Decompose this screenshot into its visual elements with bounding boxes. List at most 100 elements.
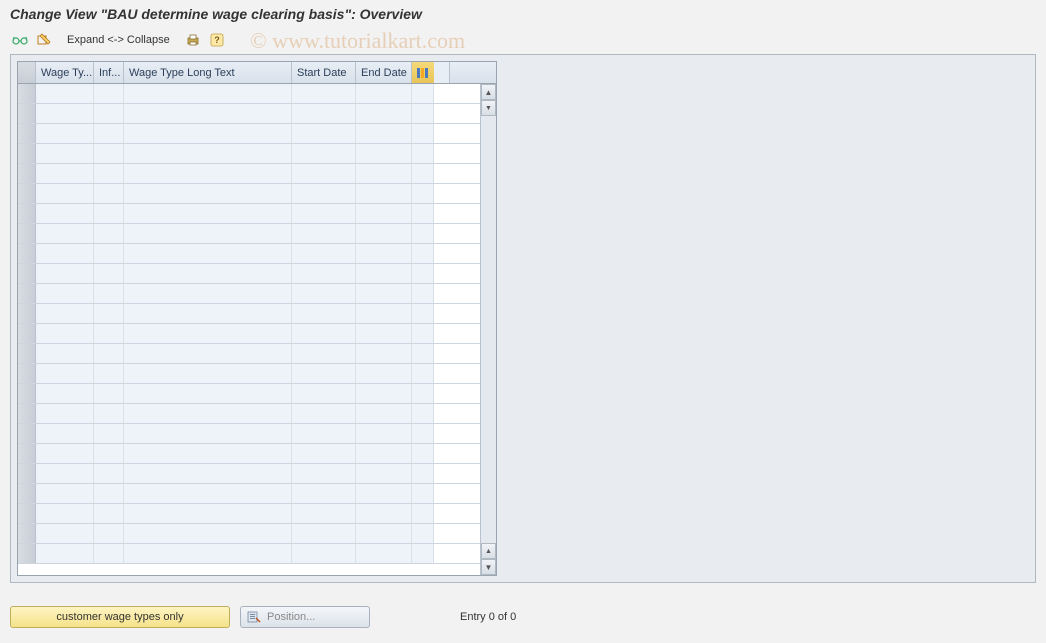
- table-row[interactable]: [18, 484, 480, 504]
- cell-end-date[interactable]: [356, 364, 412, 383]
- row-selector[interactable]: [18, 304, 36, 323]
- cell-wage-type[interactable]: [36, 544, 94, 563]
- scroll-page-down-button[interactable]: ▲: [481, 543, 496, 559]
- row-selector[interactable]: [18, 364, 36, 383]
- table-row[interactable]: [18, 544, 480, 564]
- col-header-end-date[interactable]: End Date: [356, 62, 412, 83]
- cell-wage-type[interactable]: [36, 184, 94, 203]
- col-header-inf[interactable]: Inf...: [94, 62, 124, 83]
- table-row[interactable]: [18, 164, 480, 184]
- cell-end-date[interactable]: [356, 284, 412, 303]
- cell-end-date[interactable]: [356, 324, 412, 343]
- row-selector[interactable]: [18, 164, 36, 183]
- table-row[interactable]: [18, 144, 480, 164]
- cell-long-text[interactable]: [124, 384, 292, 403]
- cell-inf[interactable]: [94, 244, 124, 263]
- cell-inf[interactable]: [94, 124, 124, 143]
- col-header-wage-type[interactable]: Wage Ty...: [36, 62, 94, 83]
- cell-start-date[interactable]: [292, 184, 356, 203]
- configure-columns-button[interactable]: [412, 62, 434, 83]
- col-header-long-text[interactable]: Wage Type Long Text: [124, 62, 292, 83]
- cell-wage-type[interactable]: [36, 404, 94, 423]
- cell-end-date[interactable]: [356, 424, 412, 443]
- cell-end-date[interactable]: [356, 304, 412, 323]
- cell-inf[interactable]: [94, 364, 124, 383]
- cell-long-text[interactable]: [124, 504, 292, 523]
- cell-end-date[interactable]: [356, 384, 412, 403]
- customer-wage-types-button[interactable]: customer wage types only: [10, 606, 230, 628]
- cell-long-text[interactable]: [124, 104, 292, 123]
- row-selector[interactable]: [18, 104, 36, 123]
- cell-wage-type[interactable]: [36, 164, 94, 183]
- table-row[interactable]: [18, 384, 480, 404]
- table-row[interactable]: [18, 464, 480, 484]
- table-row[interactable]: [18, 184, 480, 204]
- cell-start-date[interactable]: [292, 204, 356, 223]
- cell-long-text[interactable]: [124, 444, 292, 463]
- cell-wage-type[interactable]: [36, 444, 94, 463]
- table-row[interactable]: [18, 444, 480, 464]
- cell-long-text[interactable]: [124, 284, 292, 303]
- cell-long-text[interactable]: [124, 124, 292, 143]
- row-selector[interactable]: [18, 264, 36, 283]
- cell-inf[interactable]: [94, 184, 124, 203]
- cell-inf[interactable]: [94, 204, 124, 223]
- cell-wage-type[interactable]: [36, 484, 94, 503]
- cell-end-date[interactable]: [356, 144, 412, 163]
- scroll-down-button[interactable]: ▼: [481, 559, 496, 575]
- table-row[interactable]: [18, 304, 480, 324]
- cell-long-text[interactable]: [124, 264, 292, 283]
- table-row[interactable]: [18, 284, 480, 304]
- table-row[interactable]: [18, 204, 480, 224]
- table-row[interactable]: [18, 124, 480, 144]
- cell-long-text[interactable]: [124, 524, 292, 543]
- cell-inf[interactable]: [94, 444, 124, 463]
- cell-wage-type[interactable]: [36, 344, 94, 363]
- cell-end-date[interactable]: [356, 524, 412, 543]
- cell-start-date[interactable]: [292, 384, 356, 403]
- table-row[interactable]: [18, 424, 480, 444]
- table-row[interactable]: [18, 244, 480, 264]
- cell-start-date[interactable]: [292, 524, 356, 543]
- cell-wage-type[interactable]: [36, 264, 94, 283]
- row-selector[interactable]: [18, 244, 36, 263]
- cell-start-date[interactable]: [292, 224, 356, 243]
- table-row[interactable]: [18, 364, 480, 384]
- cell-inf[interactable]: [94, 224, 124, 243]
- cell-start-date[interactable]: [292, 164, 356, 183]
- table-row[interactable]: [18, 224, 480, 244]
- cell-inf[interactable]: [94, 384, 124, 403]
- cell-wage-type[interactable]: [36, 384, 94, 403]
- cell-inf[interactable]: [94, 424, 124, 443]
- cell-wage-type[interactable]: [36, 84, 94, 103]
- cell-start-date[interactable]: [292, 444, 356, 463]
- cell-end-date[interactable]: [356, 224, 412, 243]
- cell-long-text[interactable]: [124, 424, 292, 443]
- cell-inf[interactable]: [94, 264, 124, 283]
- cell-start-date[interactable]: [292, 404, 356, 423]
- cell-wage-type[interactable]: [36, 364, 94, 383]
- row-selector[interactable]: [18, 504, 36, 523]
- cell-wage-type[interactable]: [36, 324, 94, 343]
- cell-end-date[interactable]: [356, 484, 412, 503]
- cell-wage-type[interactable]: [36, 284, 94, 303]
- cell-start-date[interactable]: [292, 484, 356, 503]
- row-selector[interactable]: [18, 324, 36, 343]
- row-selector[interactable]: [18, 384, 36, 403]
- cell-end-date[interactable]: [356, 244, 412, 263]
- cell-start-date[interactable]: [292, 464, 356, 483]
- cell-wage-type[interactable]: [36, 124, 94, 143]
- cell-start-date[interactable]: [292, 284, 356, 303]
- help-icon[interactable]: ?: [207, 30, 227, 50]
- table-row[interactable]: [18, 264, 480, 284]
- row-selector[interactable]: [18, 84, 36, 103]
- print-icon[interactable]: [183, 30, 203, 50]
- cell-start-date[interactable]: [292, 304, 356, 323]
- vertical-scrollbar[interactable]: ▲ ▼ ▲ ▼: [480, 84, 496, 575]
- col-header-start-date[interactable]: Start Date: [292, 62, 356, 83]
- cell-wage-type[interactable]: [36, 504, 94, 523]
- cell-end-date[interactable]: [356, 84, 412, 103]
- cell-inf[interactable]: [94, 544, 124, 563]
- row-selector[interactable]: [18, 344, 36, 363]
- cell-wage-type[interactable]: [36, 524, 94, 543]
